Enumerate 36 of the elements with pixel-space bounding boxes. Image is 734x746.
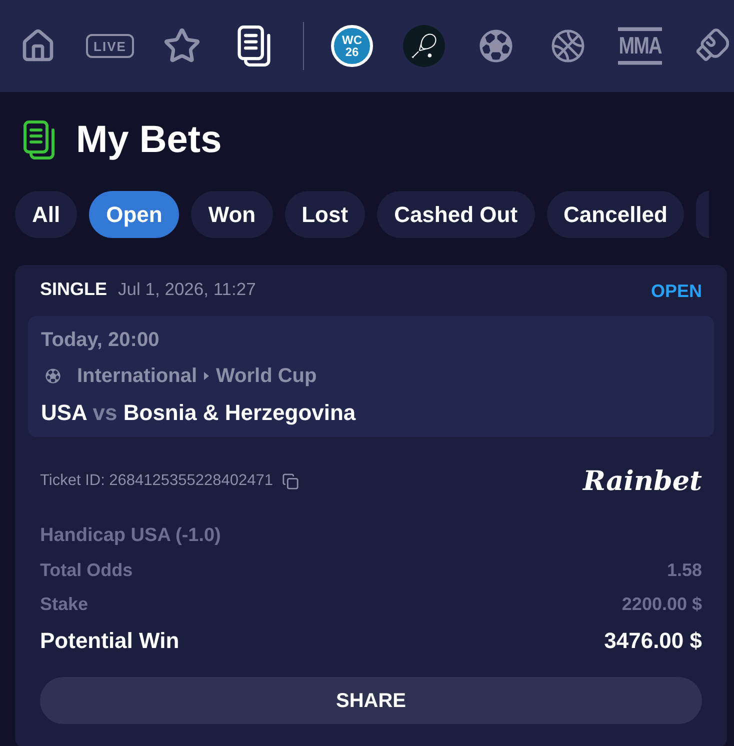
bet-date: Jul 1, 2026, 11:27 (118, 278, 256, 301)
ticket-id: Ticket ID: 2684125355228402471 (40, 471, 273, 492)
filter-tab[interactable]: Cashed Out (377, 191, 535, 238)
summary-label: Total Odds (40, 558, 133, 582)
summary-value: 2200.00 $ (622, 592, 702, 616)
filter-tab[interactable]: Cancelled (546, 191, 684, 238)
live-button[interactable]: LIVE (86, 34, 134, 58)
tennis-button[interactable] (403, 25, 445, 67)
summary-value: 1.58 (666, 558, 702, 582)
documents-icon (22, 120, 56, 160)
event-time: Today, 20:00 (41, 328, 160, 353)
page-title: My Bets (76, 121, 222, 159)
caret-icon (204, 372, 210, 380)
filter-tab[interactable]: Lost (284, 191, 366, 238)
summary-value: 3476.00 $ (604, 626, 702, 654)
summary-label: Stake (40, 592, 88, 616)
filter-tab[interactable]: Won (191, 191, 273, 238)
event-category: International (77, 364, 198, 389)
bet-selection: Handicap USA (-1.0) (40, 524, 221, 548)
copy-button[interactable] (282, 472, 299, 490)
bet-type: SINGLE (40, 278, 108, 300)
nav-button[interactable] (237, 25, 271, 67)
brand-logo: Rainbet (583, 468, 702, 494)
tennis-racket-icon (410, 32, 438, 60)
summary-label: Potential Win (40, 626, 180, 654)
tournament-logo-button[interactable]: WC 26 (331, 25, 373, 67)
event-league: World Cup (216, 364, 317, 389)
filter-tab[interactable]: All (15, 191, 78, 238)
share-button[interactable]: SHARE (40, 677, 702, 724)
mma-button[interactable]: MMA (618, 27, 662, 65)
match-teams: USA vs Bosnia & Herzegovina (41, 398, 356, 427)
home-icon (20, 28, 56, 64)
filter-tab[interactable]: Open (89, 191, 180, 238)
bet-status: OPEN (650, 280, 702, 302)
star-icon (163, 27, 201, 65)
documents-icon (237, 25, 271, 67)
